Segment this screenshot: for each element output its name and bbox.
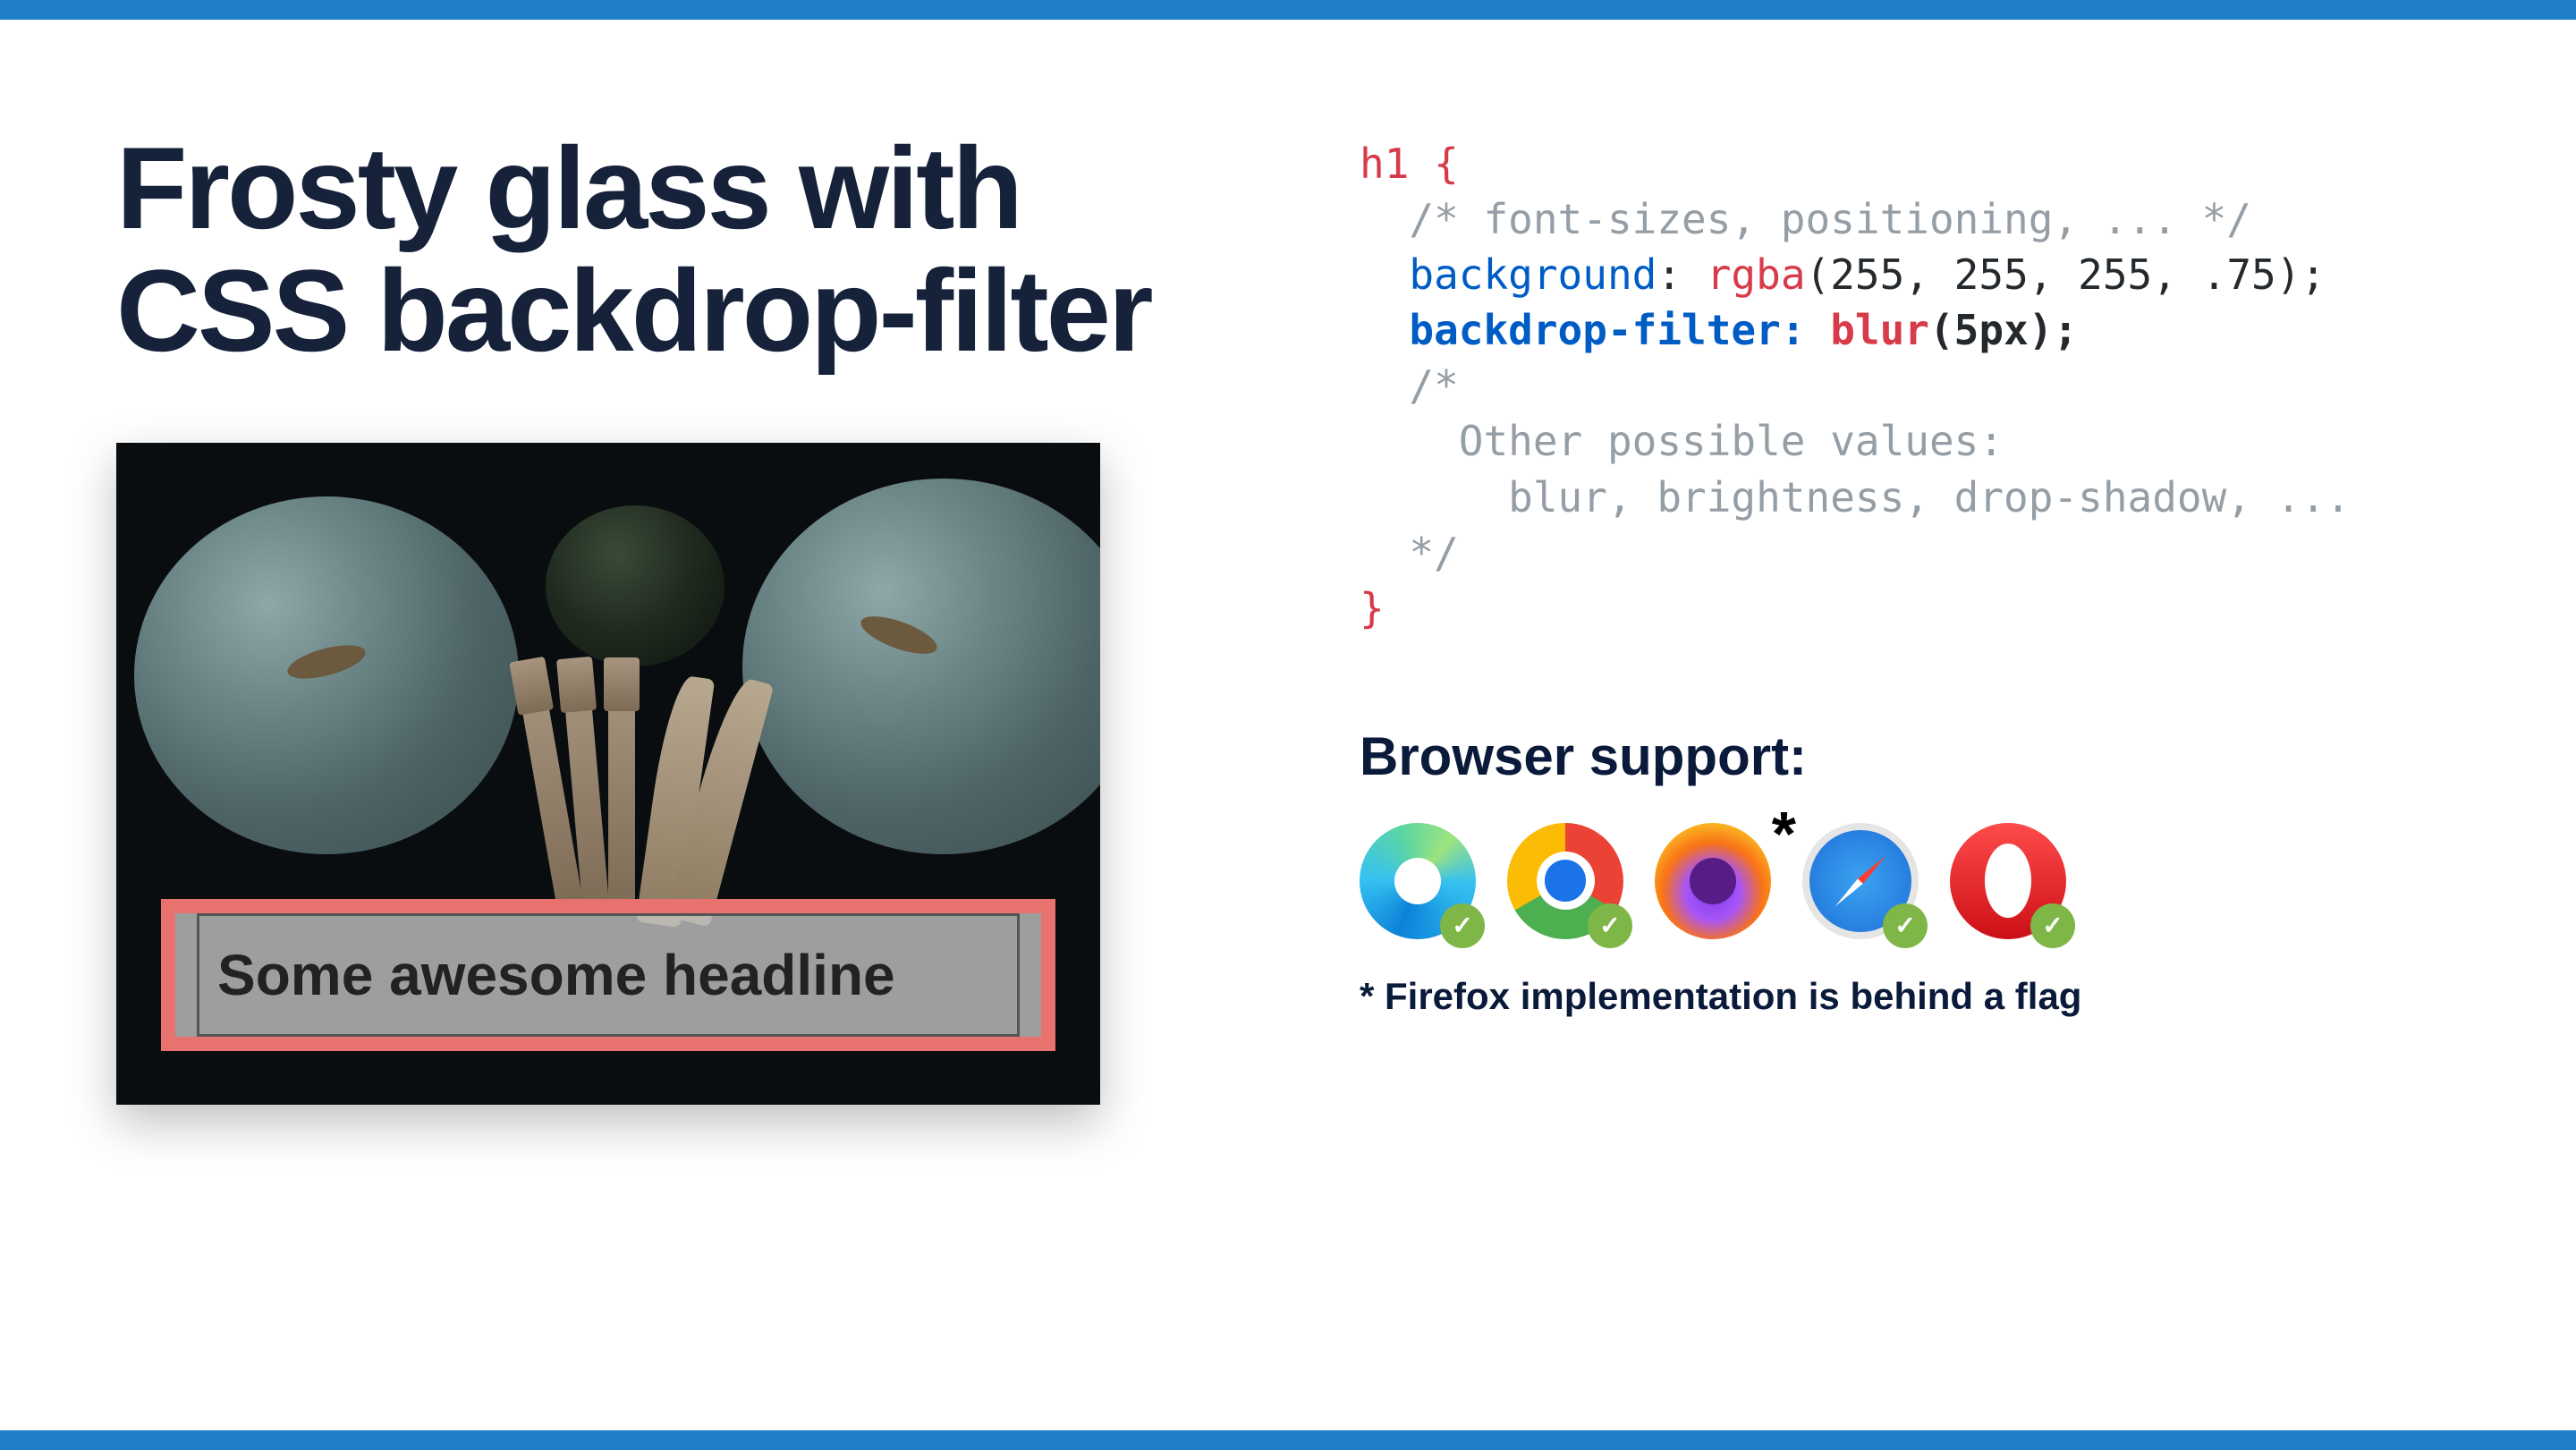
- supported-check-badge: [1440, 903, 1485, 948]
- chrome-browser-icon: [1507, 823, 1623, 939]
- code-selector: h1: [1360, 140, 1409, 188]
- code-brace-close: }: [1360, 584, 1385, 632]
- slide-title: Frosty glass with CSS backdrop-filter: [116, 127, 1172, 371]
- code-block: h1 { /* font-sizes, positioning, ... */ …: [1360, 136, 2460, 636]
- supported-check-badge: [2030, 903, 2075, 948]
- code-args-blur: (5px);: [1929, 306, 2078, 354]
- cutlery-group: [528, 675, 760, 926]
- pumpkin-right: [742, 479, 1100, 854]
- code-args-rgba: (255, 255, 255, .75);: [1806, 250, 2326, 299]
- supported-check-badge: [1588, 903, 1632, 948]
- code-func-blur: blur: [1830, 306, 1929, 354]
- fork-icon: [608, 675, 635, 908]
- browser-support-heading: Browser support:: [1360, 725, 2460, 787]
- code-comment-2-line1: Other possible values:: [1459, 417, 2004, 465]
- code-comment-1: /* font-sizes, positioning, ... */: [1409, 195, 2251, 243]
- frosted-inner-border: Some awesome headline: [197, 913, 1020, 1037]
- frosted-glass-banner: Some awesome headline: [161, 899, 1055, 1051]
- code-colon-bold: :: [1781, 306, 1830, 354]
- firefox-browser-icon: *: [1655, 823, 1771, 939]
- right-column: h1 { /* font-sizes, positioning, ... */ …: [1172, 127, 2460, 1359]
- code-colon: :: [1657, 250, 1706, 299]
- top-accent-bar: [0, 0, 2576, 20]
- banner-headline: Some awesome headline: [217, 942, 895, 1008]
- code-brace-open: {: [1434, 140, 1459, 188]
- bottom-accent-bar: [0, 1430, 2576, 1450]
- edge-browser-icon: [1360, 823, 1476, 939]
- code-comment-2-line2: blur, brightness, drop-shadow, ...: [1508, 473, 2351, 521]
- browser-icon-row: *: [1360, 823, 2460, 939]
- code-prop-background: background: [1409, 250, 1657, 299]
- demo-image: Some awesome headline: [116, 443, 1100, 1105]
- code-comment-2-open: /*: [1409, 361, 1458, 410]
- title-line-2: CSS backdrop-filter: [116, 245, 1151, 376]
- asterisk-marker: *: [1772, 798, 1796, 869]
- code-prop-backdrop-filter: backdrop-filter: [1409, 306, 1780, 354]
- firefox-footnote: * Firefox implementation is behind a fla…: [1360, 975, 2460, 1018]
- supported-check-badge: [1883, 903, 1928, 948]
- pumpkin-small: [546, 505, 724, 666]
- title-line-1: Frosty glass with: [116, 123, 1021, 253]
- code-func-rgba: rgba: [1707, 250, 1806, 299]
- code-comment-2-close: */: [1409, 529, 1458, 577]
- left-column: Frosty glass with CSS backdrop-filter So…: [116, 127, 1172, 1359]
- slide-content: Frosty glass with CSS backdrop-filter So…: [0, 20, 2576, 1430]
- firefox-icon: [1655, 823, 1771, 939]
- opera-browser-icon: [1950, 823, 2066, 939]
- safari-compass-needle: [1833, 853, 1888, 909]
- safari-browser-icon: [1802, 823, 1919, 939]
